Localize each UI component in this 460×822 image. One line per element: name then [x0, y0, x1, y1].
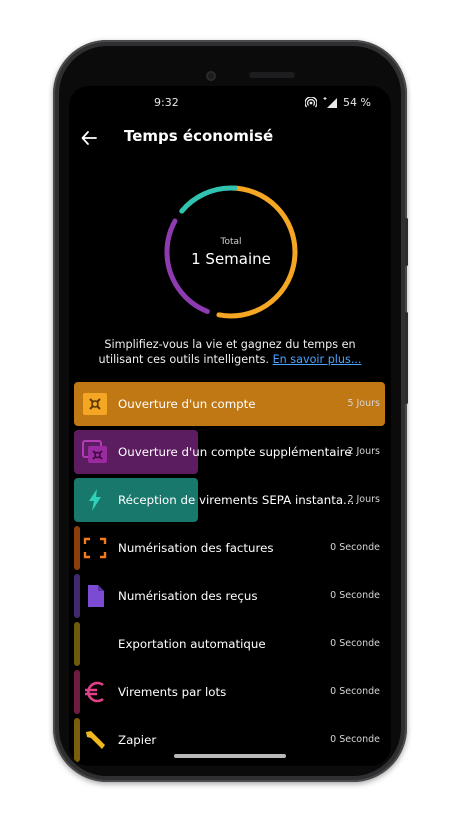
page-title: Temps économisé: [124, 127, 274, 145]
feature-label: Numérisation des factures: [118, 541, 274, 555]
power-button: [405, 218, 408, 266]
back-arrow-icon[interactable]: [79, 128, 99, 148]
feature-bar: [74, 574, 80, 618]
feature-label: Numérisation des reçus: [118, 589, 258, 603]
scan-frame-icon: [82, 536, 108, 560]
hotspot-icon: [305, 97, 318, 108]
battery-level: 54 %: [343, 96, 371, 109]
feature-bar: [74, 622, 80, 666]
feature-bar: [74, 526, 80, 570]
status-time: 9:32: [154, 96, 179, 109]
earpiece-speaker: [249, 72, 295, 78]
home-indicator[interactable]: [174, 754, 286, 758]
feature-row-sepa-instant[interactable]: Réception de virements SEPA instanta... …: [74, 478, 385, 522]
feature-row-batch-transfers[interactable]: Virements par lots 0 Seconde: [74, 670, 385, 714]
front-camera: [206, 71, 216, 81]
description: Simplifiez-vous la vie et gagnez du temp…: [83, 337, 377, 367]
volume-button: [405, 312, 408, 404]
feature-row-additional-account[interactable]: Ouverture d'un compte supplémentaire 2 J…: [74, 430, 385, 474]
feature-label: Exportation automatique: [118, 637, 266, 651]
feature-row-account-opening[interactable]: Ouverture d'un compte 5 Jours: [74, 382, 385, 426]
feature-label: Virements par lots: [118, 685, 227, 699]
feature-bar: [74, 718, 80, 762]
safe-icon: [82, 392, 108, 416]
total-value: 1 Semaine: [191, 249, 271, 268]
feature-value: 5 Jours: [347, 398, 380, 409]
status-bar: 9:32 54 %: [69, 86, 391, 116]
feature-value: 0 Seconde: [330, 638, 380, 649]
feature-value: 0 Seconde: [330, 734, 380, 745]
feature-value: 2 Jours: [347, 494, 380, 505]
wrench-icon: [82, 728, 108, 752]
feature-label: Réception de virements SEPA instanta...: [118, 493, 355, 507]
document-icon: [82, 584, 108, 608]
feature-value: 0 Seconde: [330, 686, 380, 697]
safes-icon: [82, 440, 108, 464]
ring-center: Total 1 Semaine: [162, 183, 300, 321]
signal-icon: [323, 97, 338, 108]
feature-row-receipt-scan[interactable]: Numérisation des reçus 0 Seconde: [74, 574, 385, 618]
feature-bar: [74, 670, 80, 714]
feature-value: 0 Seconde: [330, 590, 380, 601]
feature-value: 2 Jours: [347, 446, 380, 457]
euro-icon: [82, 680, 108, 704]
status-icons: 54 %: [305, 96, 371, 109]
feature-row-auto-export[interactable]: Exportation automatique 0 Seconde: [74, 622, 385, 666]
feature-label: Zapier: [118, 733, 157, 747]
feature-row-invoice-scan[interactable]: Numérisation des factures 0 Seconde: [74, 526, 385, 570]
screen: 9:32 54 % Temps économisé Total 1 Semain…: [69, 86, 391, 766]
feature-label: Ouverture d'un compte supplémentaire: [118, 445, 352, 459]
total-label: Total: [220, 236, 242, 247]
app-bar: Temps économisé: [69, 122, 391, 152]
lightning-icon: [82, 488, 108, 512]
feature-value: 0 Seconde: [330, 542, 380, 553]
feature-label: Ouverture d'un compte: [118, 397, 256, 411]
learn-more-link[interactable]: En savoir plus...: [273, 353, 362, 366]
